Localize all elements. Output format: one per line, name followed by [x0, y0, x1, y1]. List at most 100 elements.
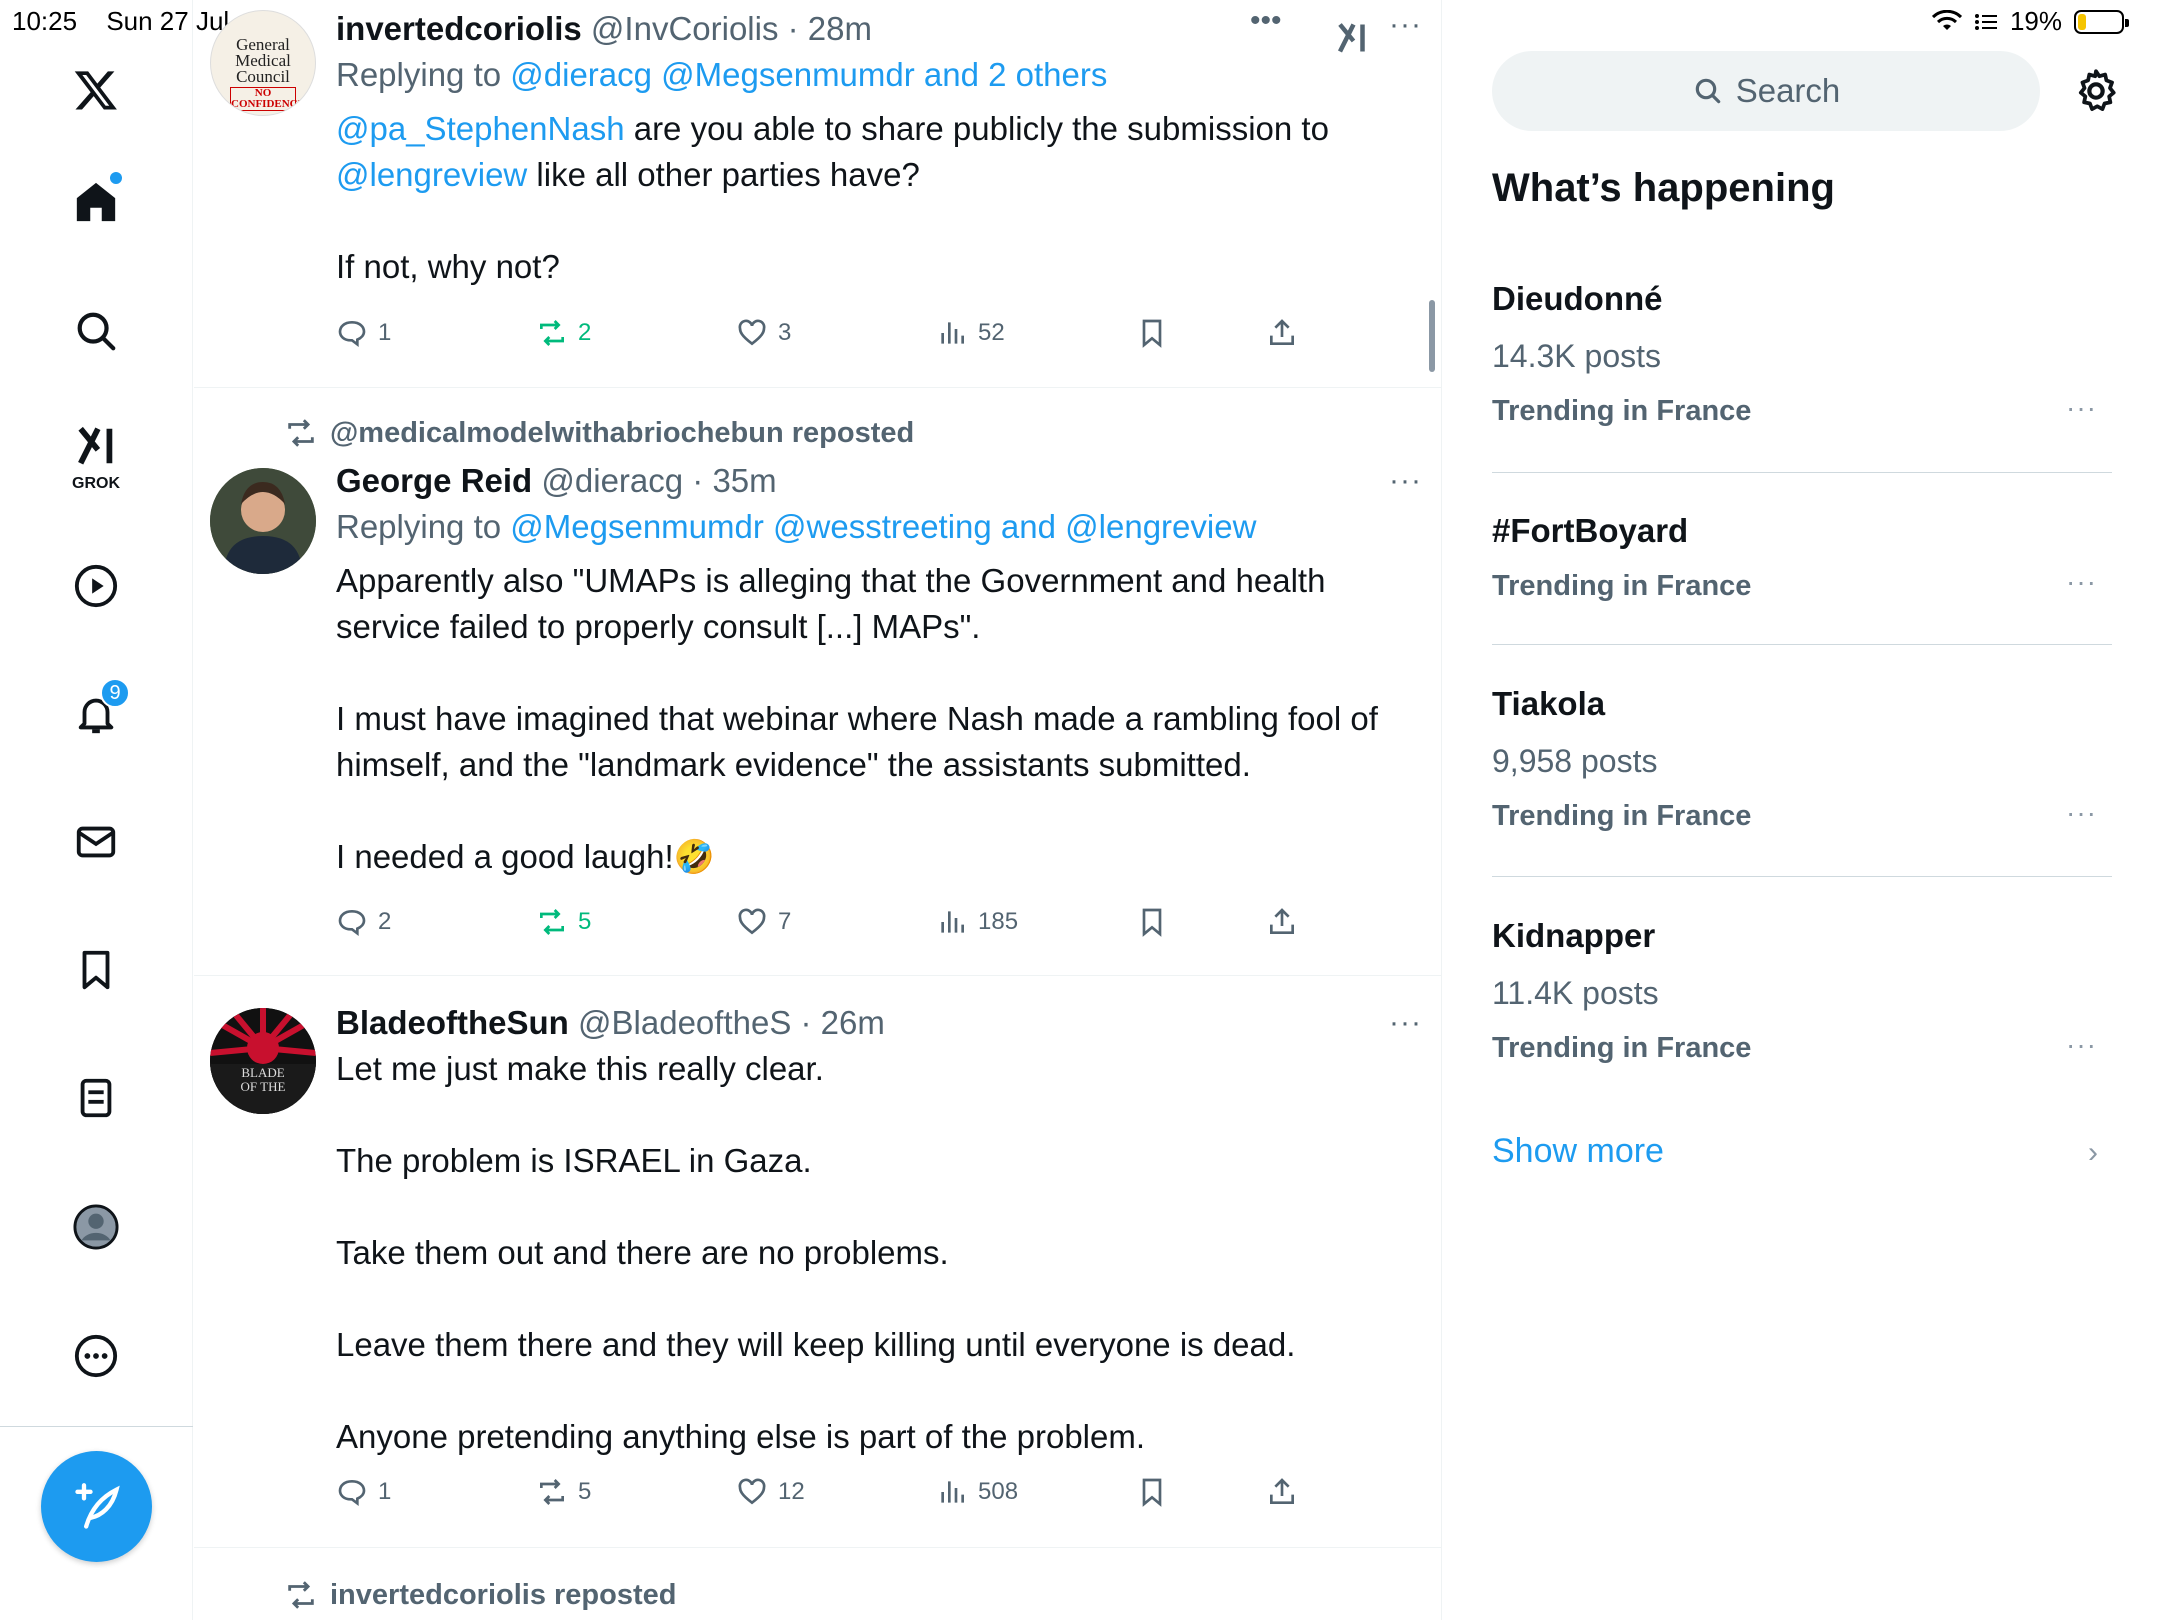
like-button[interactable]: 3: [736, 317, 791, 349]
like-count: 3: [778, 319, 792, 346]
trend-location: Trending in France: [1492, 1032, 1752, 1064]
timeline[interactable]: ••• General Medical Council NO CONFIDENC…: [194, 0, 1442, 1620]
tweet-actions: 2 5 7 185: [336, 906, 1322, 946]
like-button[interactable]: 12: [736, 1476, 805, 1508]
profile-avatar-icon[interactable]: [56, 1187, 136, 1267]
video-play-icon[interactable]: [56, 546, 136, 626]
reply-to-links[interactable]: @dieracg @Megsenmumdr and 2 others: [510, 56, 1107, 93]
repost-button[interactable]: 5: [536, 1476, 591, 1508]
show-more-link[interactable]: Show more: [1492, 1132, 1664, 1171]
repost-icon: [540, 909, 564, 935]
chevron-right-icon[interactable]: ›: [2088, 1136, 2098, 1170]
repost-by-text[interactable]: @medicalmodelwithabriochebun reposted: [330, 417, 914, 450]
views-button[interactable]: 508: [936, 1476, 1018, 1508]
trend-item[interactable]: Dieudonné 14.3K posts Trending in France…: [1492, 280, 2112, 428]
more-options-icon[interactable]: ···: [1389, 8, 1422, 42]
repost-by-text[interactable]: invertedcoriolis reposted: [330, 1579, 677, 1612]
divider: [1492, 472, 2112, 473]
bookmark-button[interactable]: [1136, 1476, 1168, 1508]
whats-happening-heading: What’s happening: [1492, 166, 1835, 210]
like-count: 7: [778, 908, 792, 935]
trend-more-icon[interactable]: ···: [2066, 566, 2097, 598]
views-button[interactable]: 185: [936, 906, 1018, 938]
analytics-icon: [941, 322, 964, 344]
trend-posts: 9,958 posts: [1492, 743, 1658, 779]
right-sidebar: Search What’s happening Dieudonné 14.3K …: [1443, 0, 2160, 1620]
trend-more-icon[interactable]: ···: [2066, 797, 2097, 829]
share-icon: [1270, 1478, 1294, 1504]
tweet[interactable]: General Medical Council NO CONFIDENCE in…: [194, 0, 1441, 388]
explore-search-icon[interactable]: [56, 291, 136, 371]
lists-icon[interactable]: [56, 1058, 136, 1138]
author-handle[interactable]: @InvCoriolis: [591, 10, 779, 47]
repost-button[interactable]: 2: [536, 317, 591, 349]
share-button[interactable]: [1266, 317, 1298, 349]
tweet-time[interactable]: 26m: [821, 1004, 885, 1041]
search-input[interactable]: Search: [1492, 51, 2040, 131]
tweet-text: Apparently also "UMAPs is alleging that …: [336, 562, 1378, 875]
like-button[interactable]: 7: [736, 906, 791, 938]
avatar[interactable]: General Medical Council NO CONFIDENCE: [210, 10, 316, 116]
compose-post-button[interactable]: [41, 1451, 152, 1562]
reply-to-links[interactable]: @Megsenmumdr @wesstreeting and @lengrevi…: [510, 508, 1256, 545]
x-logo-icon[interactable]: [56, 50, 136, 130]
author-name[interactable]: George Reid: [336, 462, 532, 499]
home-icon[interactable]: [56, 162, 136, 242]
tweet-header: George Reid @dieracg · 35m: [336, 462, 777, 499]
heart-icon: [738, 319, 766, 346]
repost-icon: [288, 1581, 314, 1609]
tweet-time[interactable]: 28m: [808, 10, 872, 47]
bookmark-button[interactable]: [1136, 317, 1168, 349]
trend-title: Kidnapper: [1492, 917, 1656, 954]
avatar[interactable]: [210, 468, 316, 574]
repost-button[interactable]: 5: [536, 906, 591, 938]
avatar-text: BLADE: [241, 1065, 285, 1080]
mention-link[interactable]: @lengreview: [336, 156, 527, 193]
author-name[interactable]: invertedcoriolis: [336, 10, 582, 47]
view-count: 185: [978, 908, 1019, 935]
trend-title: #FortBoyard: [1492, 512, 1689, 549]
repost-icon: [288, 419, 314, 447]
tweet[interactable]: @medicalmodelwithabriochebun reposted Ge…: [194, 388, 1441, 976]
views-button[interactable]: 52: [936, 317, 1005, 349]
author-name[interactable]: BladeoftheSun: [336, 1004, 569, 1041]
messages-envelope-icon[interactable]: [56, 802, 136, 882]
nav-divider: [0, 1426, 193, 1427]
repost-icon: [540, 320, 564, 346]
tweet-content: BladeoftheSun @BladeoftheS · 26m Let me …: [336, 1004, 1412, 1460]
tweet-text-part: are you able to share publicly the submi…: [624, 110, 1329, 147]
mention-link[interactable]: @pa_StephenNash: [336, 110, 625, 147]
tweet[interactable]: BLADE OF THE BladeoftheSun @BladeoftheS …: [194, 976, 1441, 1548]
more-options-icon[interactable]: [56, 1316, 136, 1396]
share-button[interactable]: [1266, 906, 1298, 938]
author-handle[interactable]: @BladeoftheS: [578, 1004, 791, 1041]
bookmark-button[interactable]: [1136, 906, 1168, 938]
repost-indicator: invertedcoriolis reposted: [284, 1578, 677, 1612]
author-handle[interactable]: @dieracg: [541, 462, 683, 499]
trend-item[interactable]: Tiakola 9,958 posts Trending in France ·…: [1492, 685, 2112, 833]
divider: [1492, 876, 2112, 877]
notifications-bell-icon[interactable]: 9: [56, 674, 136, 754]
share-button[interactable]: [1266, 1476, 1298, 1508]
grok-explain-icon[interactable]: [1334, 20, 1370, 56]
grok-icon[interactable]: GROK: [56, 415, 136, 495]
reply-button[interactable]: 2: [336, 906, 391, 938]
avatar[interactable]: BLADE OF THE: [210, 1008, 316, 1114]
trend-item[interactable]: Kidnapper 11.4K posts Trending in France…: [1492, 917, 2112, 1065]
more-options-icon[interactable]: ···: [1389, 1006, 1422, 1040]
divider: [1492, 644, 2112, 645]
tweet-time[interactable]: 35m: [712, 462, 776, 499]
more-options-icon[interactable]: ···: [1389, 464, 1422, 498]
settings-gear-icon[interactable]: [2071, 66, 2121, 116]
trend-more-icon[interactable]: ···: [2066, 392, 2097, 424]
reply-button[interactable]: 1: [336, 317, 391, 349]
reply-button[interactable]: 1: [336, 1476, 391, 1508]
tweet-text: Let me just make this really clear. The …: [336, 1050, 1296, 1455]
bookmark-icon: [1142, 319, 1162, 348]
trend-more-icon[interactable]: ···: [2066, 1029, 2097, 1061]
trend-item[interactable]: #FortBoyard Trending in France ···: [1492, 512, 2112, 603]
tweet[interactable]: invertedcoriolis reposted: [194, 1548, 1441, 1620]
tweet-text: @pa_StephenNash are you able to share pu…: [336, 106, 1412, 290]
trend-location: Trending in France: [1492, 395, 1752, 427]
bookmarks-icon[interactable]: [56, 930, 136, 1010]
